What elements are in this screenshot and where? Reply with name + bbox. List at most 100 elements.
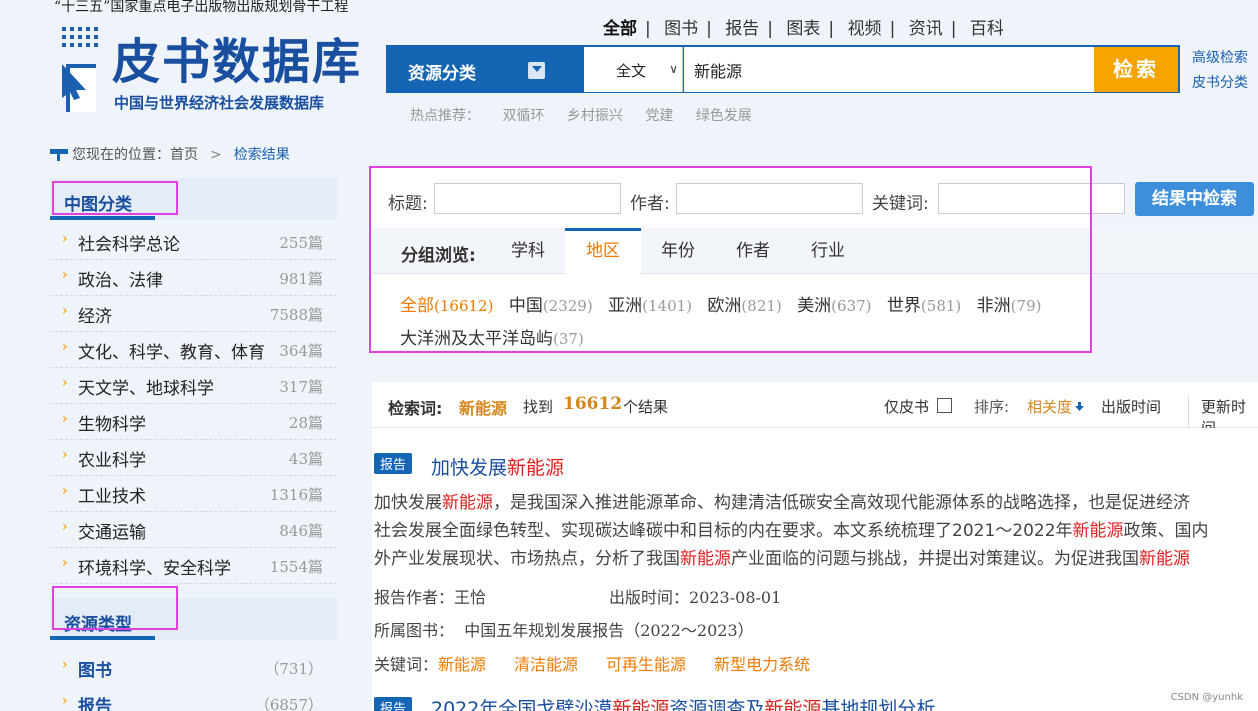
nav-news[interactable]: 资讯 [909,14,943,39]
nav-separator: | [950,19,957,39]
clc-item[interactable]: › 经济 7588篇 [50,296,337,332]
resource-type-item[interactable]: › 图书 （731） [50,650,337,686]
breadcrumb: 您现在的位置：首页 > 检索结果 [50,144,290,164]
abstract-line: 社会发展全面绿色转型、实现碳达峰碳中和目标的内在要求。本文系统梳理了2021～2… [374,521,1209,541]
resource-type-item[interactable]: › 报告 （6857） [50,686,337,711]
result-count: 16612 [563,394,623,414]
nav-all[interactable]: 全部 [603,14,637,39]
clc-item[interactable]: › 社会科学总论 255篇 [50,224,337,260]
result-date: 出版时间：2023-08-01 [609,588,782,607]
chevron-right-icon: › [62,693,68,709]
hot-label: 热点推荐： [410,108,480,124]
nav-separator: | [889,19,896,39]
top-nav: 全部 | 图书 | 报告 | 图表 | 视频 | 资讯 | 百科 [603,14,1004,39]
clc-item-name: 天文学、地球科学 [78,379,214,399]
logo-subtitle: 中国与世界经济社会发展数据库 [114,94,325,112]
chevron-right-icon: › [62,657,68,673]
resource-type-name: 报告 [78,697,112,711]
resource-type-list: › 图书 （731） › 报告 （6857） [50,650,337,711]
clc-item-name: 经济 [78,307,112,327]
result-title[interactable]: 2022年全国戈壁沙漠新能源资源调查及新能源基地规划分析 [431,694,935,711]
result-author: 报告作者：王恰 [374,588,487,607]
clc-item-count: 1554篇 [269,558,323,576]
search-scope-select[interactable]: 全文 ∨ [584,47,683,92]
nav-charts[interactable]: 图表 [786,14,820,39]
chevron-right-icon: › [62,267,68,283]
nav-encyclopedia[interactable]: 百科 [970,14,1004,39]
clc-item-name: 农业科学 [78,451,146,471]
header-underline [50,216,155,220]
keyword-link[interactable]: 清洁能源 [514,655,578,674]
highlight-box [369,166,1092,353]
abstract-line: 加快发展新能源，是我国深入推进能源革命、构建清洁低碳安全高效现代能源体系的战略选… [374,493,1190,513]
keyword-link[interactable]: 新型电力系统 [714,655,810,674]
clc-item[interactable]: › 政治、法律 981篇 [50,260,337,296]
clc-item-count: 364篇 [279,342,323,360]
hot-item[interactable]: 乡村振兴 [567,108,623,124]
resource-category-dropdown[interactable]: 资源分类 [387,46,584,92]
chevron-right-icon: › [62,231,68,247]
clc-item-name: 环境科学、安全科学 [78,559,231,579]
clc-list: › 社会科学总论 255篇 › 政治、法律 981篇 › 经济 7588篇 › 文化、科学、教… [50,224,337,584]
chevron-right-icon: › [62,483,68,499]
logo-dots-icon [62,27,98,49]
clc-item[interactable]: › 环境科学、安全科学 1554篇 [50,548,337,584]
header-underline [50,636,155,640]
keyword-link[interactable]: 新能源 [438,655,486,674]
clc-item-name: 工业技术 [78,487,146,507]
clc-item-name: 社会科学总论 [78,235,180,255]
result-unit: 个结果 [623,398,669,416]
chevron-right-icon: › [62,303,68,319]
clc-item[interactable]: › 农业科学 43篇 [50,440,337,476]
clc-item[interactable]: › 工业技术 1316篇 [50,476,337,512]
results-header: 检索词: 新能源 找到 16612 个结果 仅皮书 排序: 相关度 出版时间 更… [372,382,1258,438]
clc-item-count: 43篇 [288,450,323,468]
location-flag-icon [50,149,68,161]
keyword-link[interactable]: 可再生能源 [606,655,686,674]
resource-category-label: 资源分类 [408,64,476,84]
result-keywords: 关键词：新能源 清洁能源 可再生能源 新型电力系统 [374,655,811,674]
search-input[interactable] [684,47,1094,92]
watermark: CSDN @yunhk [1170,692,1243,703]
result-book-link[interactable]: 中国五年规划发展报告（2022～2023） [464,621,753,640]
nav-videos[interactable]: 视频 [848,14,882,39]
clc-item-name: 政治、法律 [78,271,163,291]
chevron-right-icon: › [62,339,68,355]
pishu-category-link[interactable]: 皮书分类 [1192,71,1248,96]
logo-title[interactable]: 皮书数据库 [112,22,362,92]
resource-type-name: 图书 [78,661,112,681]
result-type-badge: 报告 [374,453,413,474]
hot-item[interactable]: 党建 [645,108,673,124]
clc-item-count: 846篇 [279,522,323,540]
clc-item-count: 255篇 [279,234,323,252]
only-pishu-label: 仅皮书 [884,398,930,416]
advanced-search-link[interactable]: 高级检索 [1192,46,1248,71]
chevron-right-icon: › [62,555,68,571]
clc-item[interactable]: › 交通运输 846篇 [50,512,337,548]
hot-item[interactable]: 双循环 [502,108,544,124]
abstract-line: 外产业发展现状、市场热点，分析了我国新能源产业面临的问题与挑战，并提出对策建议。… [374,549,1190,569]
found-label: 找到 [523,398,554,416]
tagline: “十三五”国家重点电子出版物出版规划骨干工程 [54,0,349,15]
clc-item[interactable]: › 文化、科学、教育、体育 364篇 [50,332,337,368]
result-title[interactable]: 加快发展新能源 [431,453,564,480]
result-abstract: 加快发展新能源，是我国深入推进能源革命、构建清洁低碳安全高效现代能源体系的战略选… [374,489,1240,573]
search-term: 新能源 [459,399,508,418]
search-within-results-button[interactable]: 结果中检索 [1135,182,1254,216]
only-pishu-checkbox[interactable] [937,398,952,413]
logo-book-icon [62,64,96,112]
search-term-label: 检索词: [388,399,443,418]
nav-books[interactable]: 图书 [664,14,698,39]
clc-item[interactable]: › 生物科学 28篇 [50,404,337,440]
sort-publish-time[interactable]: 出版时间 [1101,396,1161,417]
search-button[interactable]: 检索 [1094,47,1178,92]
hot-recommendations: 热点推荐： 双循环 乡村振兴 党建 绿色发展 [410,105,770,125]
hot-item[interactable]: 绿色发展 [696,108,752,124]
sort-relevance[interactable]: 相关度 [1027,396,1072,417]
nav-reports[interactable]: 报告 [725,14,759,39]
clc-item-name: 文化、科学、教育、体育 [78,343,265,363]
breadcrumb-home[interactable]: 首页 [170,147,198,163]
clc-item[interactable]: › 天文学、地球科学 317篇 [50,368,337,404]
clc-item-count: 7588篇 [269,306,323,324]
breadcrumb-current[interactable]: 检索结果 [234,147,290,163]
